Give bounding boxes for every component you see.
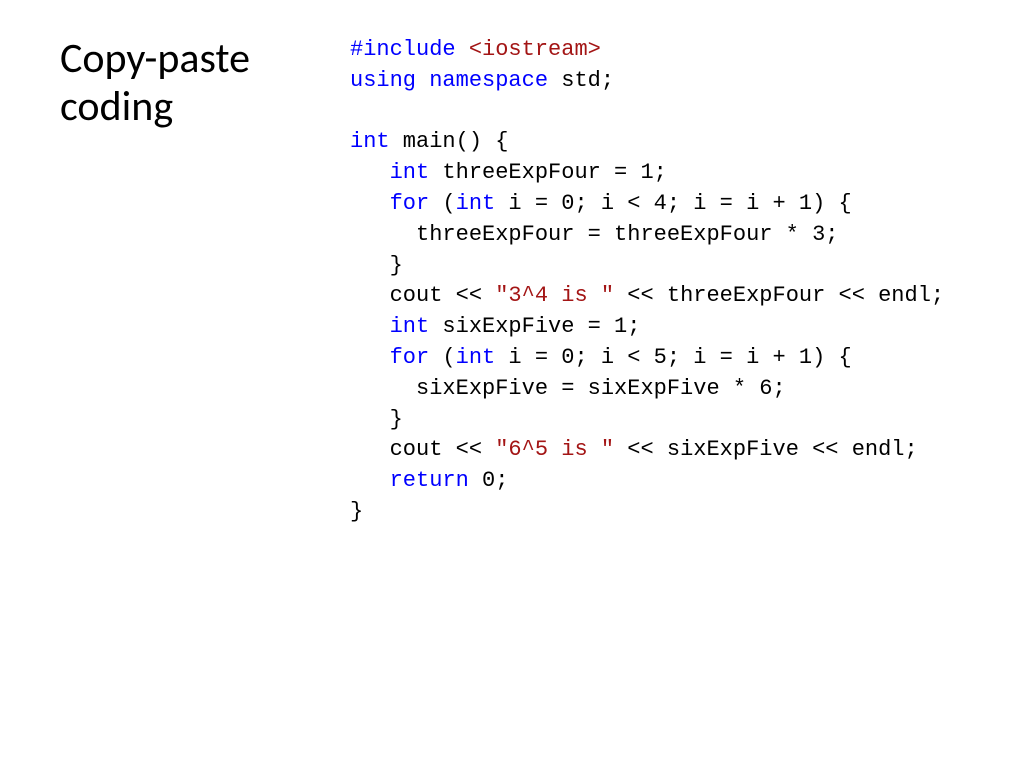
code-str1: "3^4 is " xyxy=(495,283,614,308)
code-kw-int2: int xyxy=(390,160,430,185)
code-var-tef-decl: threeExpFour = 1; xyxy=(429,160,667,185)
code-preproc-header: <iostream> xyxy=(456,37,601,62)
code-sef-body: sixExpFive = sixExpFive * 6; xyxy=(416,376,786,401)
code-cout1-a: cout << xyxy=(390,283,496,308)
code-kw-return: return xyxy=(390,468,469,493)
code-for1-open: ( xyxy=(429,191,455,216)
code-brace-close1: } xyxy=(390,253,403,278)
code-preproc-hash: #include xyxy=(350,37,456,62)
code-cout2-b: << sixExpFive << endl; xyxy=(614,437,918,462)
code-cout2-a: cout << xyxy=(390,437,496,462)
code-tef-body: threeExpFour = threeExpFour * 3; xyxy=(416,222,838,247)
code-str2: "6^5 is " xyxy=(495,437,614,462)
code-for1-rest: i = 0; i < 4; i = i + 1) { xyxy=(495,191,851,216)
code-kw-for1: for xyxy=(390,191,430,216)
code-kw-namespace: namespace xyxy=(416,68,548,93)
code-kw-int4: int xyxy=(390,314,430,339)
code-brace-close2: } xyxy=(390,407,403,432)
code-ns-std: std; xyxy=(548,68,614,93)
code-ret-val: 0; xyxy=(469,468,509,493)
code-brace-close3: } xyxy=(350,499,363,524)
code-kw-int5: int xyxy=(456,345,496,370)
code-main-sig: main() { xyxy=(390,129,509,154)
code-kw-for2: for xyxy=(390,345,430,370)
code-for2-open: ( xyxy=(429,345,455,370)
code-kw-int1: int xyxy=(350,129,390,154)
code-kw-int3: int xyxy=(456,191,496,216)
slide-title: Copy-paste coding xyxy=(60,35,340,132)
code-for2-rest: i = 0; i < 5; i = i + 1) { xyxy=(495,345,851,370)
title-line1: Copy-paste xyxy=(60,33,250,84)
code-block: #include <iostream> using namespace std;… xyxy=(350,35,944,528)
code-kw-using: using xyxy=(350,68,416,93)
code-var-sef-decl: sixExpFive = 1; xyxy=(429,314,640,339)
code-cout1-b: << threeExpFour << endl; xyxy=(614,283,944,308)
title-line2: coding xyxy=(60,81,173,132)
